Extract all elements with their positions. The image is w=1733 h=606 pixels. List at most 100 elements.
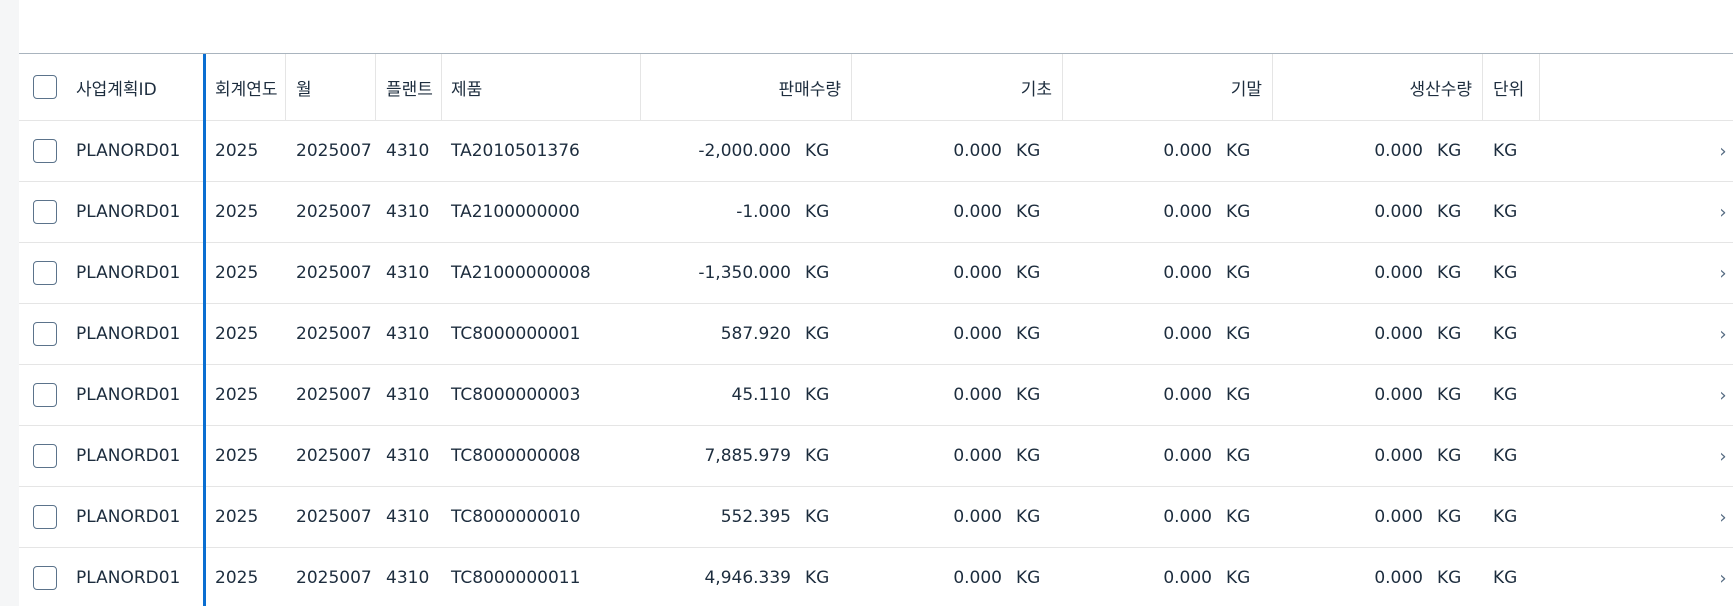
row-select-cell: [19, 365, 71, 425]
row-checkbox[interactable]: [33, 444, 57, 468]
row-nav-glyph[interactable]: ›: [1719, 263, 1726, 284]
cell-fiscal-year: 2025: [215, 141, 259, 161]
cell-opening-unit: KG: [1016, 568, 1041, 588]
cell-product: TC8000000010: [451, 507, 581, 527]
cell-opening: 0.000: [953, 263, 1002, 283]
row-checkbox[interactable]: [33, 139, 57, 163]
cell-month: 2025007: [296, 141, 372, 161]
cell-production-unit: KG: [1437, 568, 1462, 588]
cell-closing-unit: KG: [1226, 385, 1251, 405]
table-row[interactable]: PLANORD01 2025 2025007 4310 TC8000000001…: [19, 304, 1733, 365]
cell-opening-unit: KG: [1016, 141, 1041, 161]
row-nav-glyph[interactable]: ›: [1719, 507, 1726, 528]
cell-sales-qty: 587.920: [720, 324, 791, 344]
cell-production-qty: 0.000: [1374, 507, 1423, 527]
cell-opening: 0.000: [953, 324, 1002, 344]
chevron-right-icon[interactable]: ›: [1712, 304, 1733, 364]
cell-fiscal-year: 2025: [215, 507, 259, 527]
table-panel: 사업계획ID 회계연도 월 플랜트 제품 판매수량 기초 기말 생산수량 단위 …: [19, 0, 1733, 606]
header-plan-id[interactable]: 사업계획ID: [71, 54, 186, 120]
chevron-right-icon[interactable]: ›: [1712, 487, 1733, 547]
cell-closing: 0.000: [1163, 324, 1212, 344]
cell-sales-unit: KG: [805, 263, 830, 283]
cell-month: 2025007: [296, 507, 372, 527]
cell-opening-unit: KG: [1016, 385, 1041, 405]
header-sales-qty[interactable]: 판매수량: [641, 54, 852, 120]
cell-product: TC8000000011: [451, 568, 581, 588]
select-all-checkbox[interactable]: [33, 75, 57, 99]
cell-production-qty: 0.000: [1374, 385, 1423, 405]
cell-opening: 0.000: [953, 568, 1002, 588]
row-nav-glyph[interactable]: ›: [1719, 324, 1726, 345]
row-checkbox[interactable]: [33, 322, 57, 346]
cell-plan-id: PLANORD01: [76, 141, 181, 161]
left-margin: [0, 0, 19, 606]
chevron-right-icon[interactable]: ›: [1712, 548, 1733, 606]
header-product[interactable]: 제품: [442, 54, 641, 120]
cell-opening: 0.000: [953, 141, 1002, 161]
cell-closing-unit: KG: [1226, 202, 1251, 222]
header-closing[interactable]: 기말: [1063, 54, 1273, 120]
header-nav-spacer: [1540, 54, 1733, 120]
cell-month: 2025007: [296, 202, 372, 222]
row-checkbox[interactable]: [33, 261, 57, 285]
row-checkbox[interactable]: [33, 566, 57, 590]
cell-closing: 0.000: [1163, 568, 1212, 588]
cell-fiscal-year: 2025: [215, 324, 259, 344]
chevron-right-icon[interactable]: ›: [1712, 182, 1733, 242]
cell-plan-id: PLANORD01: [76, 324, 181, 344]
header-unit[interactable]: 단위: [1483, 54, 1540, 120]
row-nav-glyph[interactable]: ›: [1719, 446, 1726, 467]
cell-plant: 4310: [386, 568, 430, 588]
cell-opening-unit: KG: [1016, 202, 1041, 222]
header-month[interactable]: 월: [286, 54, 376, 120]
row-checkbox[interactable]: [33, 383, 57, 407]
cell-unit: KG: [1493, 507, 1518, 527]
cell-production-unit: KG: [1437, 385, 1462, 405]
cell-closing-unit: KG: [1226, 324, 1251, 344]
table-row[interactable]: PLANORD01 2025 2025007 4310 TA2100000000…: [19, 182, 1733, 243]
cell-product: TC8000000008: [451, 446, 581, 466]
row-select-cell: [19, 243, 71, 303]
row-nav-glyph[interactable]: ›: [1719, 202, 1726, 223]
cell-opening: 0.000: [953, 385, 1002, 405]
table-row[interactable]: PLANORD01 2025 2025007 4310 TA2010501376…: [19, 121, 1733, 182]
cell-opening-unit: KG: [1016, 507, 1041, 527]
row-nav-glyph[interactable]: ›: [1719, 568, 1726, 589]
cell-plan-id: PLANORD01: [76, 568, 181, 588]
chevron-right-icon[interactable]: ›: [1712, 243, 1733, 303]
chevron-right-icon[interactable]: ›: [1712, 121, 1733, 181]
row-nav-glyph[interactable]: ›: [1719, 141, 1726, 162]
row-select-cell: [19, 487, 71, 547]
cell-closing-unit: KG: [1226, 446, 1251, 466]
cell-plant: 4310: [386, 324, 430, 344]
cell-unit: KG: [1493, 446, 1518, 466]
cell-plan-id: PLANORD01: [76, 507, 181, 527]
table-toolbar: [19, 0, 1733, 54]
table-row[interactable]: PLANORD01 2025 2025007 4310 TC8000000003…: [19, 365, 1733, 426]
table-row[interactable]: PLANORD01 2025 2025007 4310 TC8000000008…: [19, 426, 1733, 487]
cell-plan-id: PLANORD01: [76, 263, 181, 283]
table-row[interactable]: PLANORD01 2025 2025007 4310 TC8000000010…: [19, 487, 1733, 548]
cell-unit: KG: [1493, 202, 1518, 222]
table-row[interactable]: PLANORD01 2025 2025007 4310 TA2100000000…: [19, 243, 1733, 304]
chevron-right-icon[interactable]: ›: [1712, 426, 1733, 486]
select-all-cell: [19, 54, 71, 120]
header-fiscal-year[interactable]: 회계연도: [186, 54, 286, 120]
frozen-column-divider: [203, 54, 206, 606]
cell-sales-unit: KG: [805, 446, 830, 466]
row-checkbox[interactable]: [33, 200, 57, 224]
table-row[interactable]: PLANORD01 2025 2025007 4310 TC8000000011…: [19, 548, 1733, 606]
header-plant[interactable]: 플랜트: [376, 54, 442, 120]
row-nav-glyph[interactable]: ›: [1719, 385, 1726, 406]
cell-production-unit: KG: [1437, 507, 1462, 527]
header-opening[interactable]: 기초: [852, 54, 1063, 120]
cell-product: TA2100000000: [451, 202, 580, 222]
header-production-qty[interactable]: 생산수량: [1273, 54, 1483, 120]
cell-opening-unit: KG: [1016, 324, 1041, 344]
cell-production-qty: 0.000: [1374, 568, 1423, 588]
cell-closing-unit: KG: [1226, 141, 1251, 161]
cell-sales-qty: 45.110: [731, 385, 791, 405]
row-checkbox[interactable]: [33, 505, 57, 529]
chevron-right-icon[interactable]: ›: [1712, 365, 1733, 425]
